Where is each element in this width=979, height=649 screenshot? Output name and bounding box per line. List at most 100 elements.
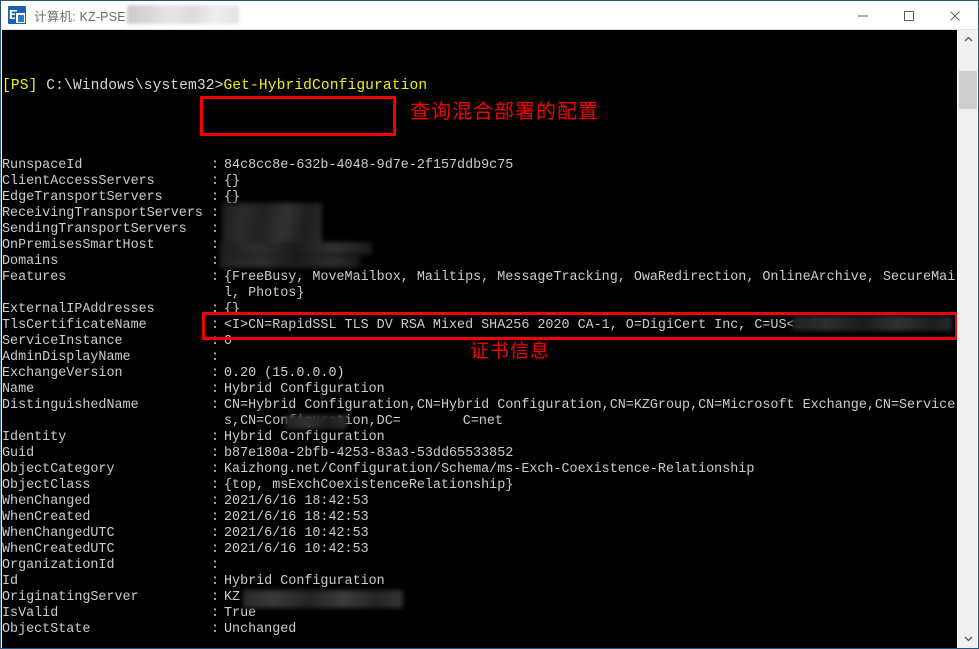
property-separator: :	[211, 462, 220, 477]
property-name: WhenChangedUTC	[2, 526, 115, 541]
property-name: WhenChanged	[2, 494, 91, 509]
property-value: {FreeBusy, MoveMailbox, Mailtips, Messag…	[224, 270, 956, 285]
property-separator: :	[211, 238, 220, 253]
property-value-continued: l, Photos}	[224, 286, 305, 301]
property-name: ClientAccessServers	[2, 174, 155, 189]
exchange-management-shell-icon: E	[8, 6, 26, 24]
property-name: Identity	[2, 430, 67, 445]
property-row-organizationid: OrganizationId :	[2, 558, 958, 574]
property-name: Features	[2, 270, 67, 285]
console-output-area[interactable]: [PS] C:\Windows\system32>Get-HybridConfi…	[2, 30, 958, 648]
command-text: Get-HybridConfiguration	[223, 78, 428, 94]
scroll-down-button[interactable]	[958, 629, 978, 648]
vertical-scrollbar[interactable]	[957, 30, 977, 648]
property-value: 2021/6/16 10:42:53	[224, 526, 369, 541]
property-name: ObjectClass	[2, 478, 91, 493]
window-title: 计算机: KZ-PSE	[34, 9, 126, 24]
property-name: OrganizationId	[2, 558, 115, 573]
property-separator: :	[211, 174, 220, 189]
app-icon-badge	[15, 12, 26, 24]
property-row-distinguishedname: DistinguishedName : CN=Hybrid Configurat…	[2, 398, 958, 414]
powershell-window: E 计算机: KZ-PSE [PS] C:\Windows\system32>G…	[0, 0, 979, 649]
property-row-whencreated: WhenCreated : 2021/6/16 18:42:53	[2, 510, 958, 526]
property-name: ObjectState	[2, 622, 91, 637]
property-separator: :	[211, 574, 220, 589]
property-name: WhenCreatedUTC	[2, 542, 115, 557]
property-value: 2021/6/16 10:42:53	[224, 542, 369, 557]
property-row-guid: Guid : b87e180a-2bfb-4253-83a3-53dd65533…	[2, 446, 958, 462]
property-separator: :	[211, 318, 220, 333]
prompt-line: [PS] C:\Windows\system32>Get-HybridConfi…	[2, 78, 427, 94]
property-value: Kaizhong.net/Configuration/Schema/ms-Exc…	[224, 462, 755, 477]
property-separator: :	[211, 398, 220, 413]
property-name: ExternalIPAddresses	[2, 302, 155, 317]
redacted-region-certificate-subject	[792, 316, 952, 331]
property-name: Guid	[2, 446, 35, 461]
property-row-isvalid: IsValid : True	[2, 606, 958, 622]
property-row-whenchanged: WhenChanged : 2021/6/16 18:42:53	[2, 494, 958, 510]
property-separator: :	[211, 510, 220, 525]
property-row-name: Name : Hybrid Configuration	[2, 382, 958, 398]
prompt-tag: [PS]	[2, 78, 38, 94]
redacted-region-originating-server	[243, 590, 403, 608]
property-separator: :	[211, 606, 220, 621]
property-separator: :	[211, 558, 220, 573]
property-separator: :	[211, 206, 220, 221]
property-name: OriginatingServer	[2, 590, 139, 605]
property-separator: :	[211, 430, 220, 445]
property-row-whencreatedutc: WhenCreatedUTC : 2021/6/16 10:42:53	[2, 542, 958, 558]
maximize-button[interactable]	[886, 1, 932, 30]
property-row-runspaceid: RunspaceId : 84c8cc8e-632b-4048-9d7e-2f1…	[2, 158, 958, 174]
property-value: Unchanged	[224, 622, 297, 637]
scrollbar-track[interactable]	[958, 49, 978, 629]
property-separator: :	[211, 446, 220, 461]
redacted-region-domains	[220, 254, 360, 268]
dn-segment-b: C=net	[462, 414, 503, 429]
property-name: TlsCertificateName	[2, 318, 147, 333]
property-name: Domains	[2, 254, 59, 269]
property-value: Hybrid Configuration	[224, 430, 385, 445]
property-separator: :	[211, 190, 220, 205]
property-value: 0.20 (15.0.0.0)	[224, 366, 345, 381]
property-name: ObjectCategory	[2, 462, 115, 477]
window-title-redacted-region	[126, 4, 239, 24]
property-name: IsValid	[2, 606, 59, 621]
property-row-edgetransportservers: EdgeTransportServers : {}	[2, 190, 958, 206]
scrollbar-thumb[interactable]	[959, 71, 977, 109]
property-row-identity: Identity : Hybrid Configuration	[2, 430, 958, 446]
minimize-button[interactable]	[840, 1, 886, 30]
prompt-path: C:\Windows\system32>	[37, 78, 224, 94]
property-name: ReceivingTransportServers	[2, 206, 203, 221]
property-separator: :	[211, 350, 220, 365]
property-separator: :	[211, 542, 220, 557]
property-name: DistinguishedName	[2, 398, 139, 413]
property-value: <I>CN=RapidSSL TLS DV RSA Mixed SHA256 2…	[224, 318, 835, 333]
property-value: {}	[224, 302, 241, 317]
property-row-objectcategory: ObjectCategory : Kaizhong.net/Configurat…	[2, 462, 958, 478]
property-name: WhenCreated	[2, 510, 91, 525]
property-value: 84c8cc8e-632b-4048-9d7e-2f157ddb9c75	[224, 158, 514, 173]
property-separator: :	[211, 526, 220, 541]
property-row-sendingtransportservers: SendingTransportServers :	[2, 222, 958, 238]
property-value: b87e180a-2bfb-4253-83a3-53dd65533852	[224, 446, 514, 461]
property-value: Hybrid Configuration	[224, 382, 385, 397]
property-value: KZ	[224, 590, 241, 605]
property-value: 2021/6/16 18:42:53	[224, 494, 369, 509]
property-row-objectclass: ObjectClass : {top, msExchCoexistenceRel…	[2, 478, 958, 494]
property-separator: :	[211, 302, 220, 317]
property-name: Id	[2, 574, 19, 589]
property-value: CN=Hybrid Configuration,CN=Hybrid Config…	[224, 398, 956, 413]
property-separator: :	[211, 494, 220, 509]
property-value: True	[224, 606, 257, 621]
property-name: Name	[2, 382, 35, 397]
scroll-up-button[interactable]	[958, 30, 978, 49]
property-row-onpremisessmarthost: OnPremisesSmartHost :	[2, 238, 958, 254]
property-separator: :	[211, 366, 220, 381]
property-separator: :	[211, 158, 220, 173]
close-button[interactable]	[932, 1, 978, 30]
property-row-whenchangedutc: WhenChangedUTC : 2021/6/16 10:42:53	[2, 526, 958, 542]
title-bar: E 计算机: KZ-PSE	[1, 1, 978, 30]
property-separator: :	[211, 270, 220, 285]
property-name: SendingTransportServers	[2, 222, 187, 237]
property-list: RunspaceId : 84c8cc8e-632b-4048-9d7e-2f1…	[2, 158, 958, 638]
